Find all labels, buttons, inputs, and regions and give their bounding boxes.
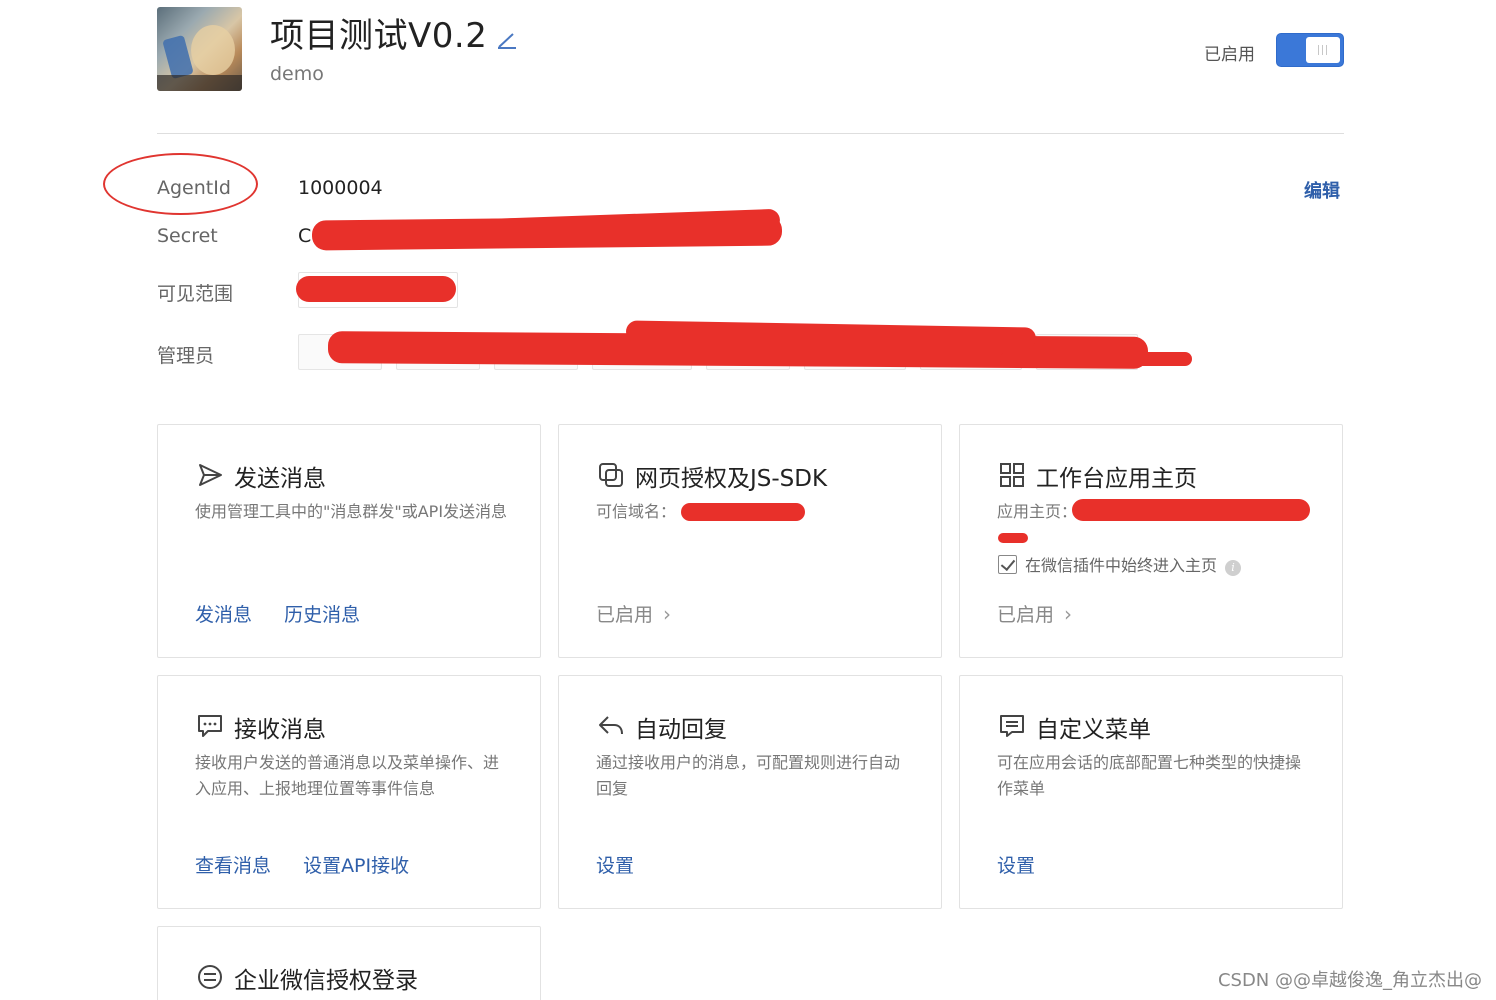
workbench-status[interactable]: 已启用	[997, 604, 1054, 626]
domain-redaction	[681, 503, 805, 521]
enable-toggle[interactable]	[1276, 33, 1344, 67]
card-title: 企业微信授权登录	[234, 968, 418, 994]
app-subtitle: demo	[270, 63, 324, 85]
app-title: 项目测试V0.2	[270, 16, 488, 56]
custom-menu-settings-link[interactable]: 设置	[997, 855, 1035, 877]
card-title: 自动回复	[635, 717, 727, 743]
history-messages-link[interactable]: 历史消息	[284, 604, 360, 626]
agentid-label: AgentId	[157, 177, 231, 199]
card-wecom-auth-login: 企业微信授权登录	[157, 926, 541, 1000]
card-title: 网页授权及JS-SDK	[635, 466, 828, 492]
card-description: 通过接收用户的消息，可配置规则进行自动回复	[596, 753, 901, 798]
pencil-edit-icon[interactable]	[496, 30, 518, 50]
reply-icon	[599, 716, 623, 735]
card-webpage-auth: 网页授权及JS-SDK 可信域名： 已启用 ›	[558, 424, 942, 658]
card-workbench-home: 工作台应用主页 应用主页： 在微信插件中始终进入主页 i 已启用 ›	[959, 424, 1343, 658]
watermark: CSDN @@卓越俊逸_角立杰出@	[1217, 970, 1482, 991]
admin-redaction	[1000, 352, 1192, 366]
card-custom-menu: 自定义菜单 可在应用会话的底部配置七种类型的快捷操作菜单 设置	[959, 675, 1343, 909]
card-title: 接收消息	[234, 717, 326, 743]
homepage-redaction	[998, 533, 1028, 543]
send-message-link[interactable]: 发消息	[195, 604, 252, 626]
send-icon	[199, 464, 222, 486]
chevron-right-icon[interactable]: ›	[663, 602, 671, 626]
info-icon[interactable]: i	[1225, 560, 1242, 576]
card-title: 自定义菜单	[1036, 717, 1151, 743]
card-receive-message: 接收消息 接收用户发送的普通消息以及菜单操作、进入应用、上报地理位置等事件信息 …	[157, 675, 541, 909]
checkbox-label: 在微信插件中始终进入主页	[1025, 556, 1218, 575]
auto-reply-settings-link[interactable]: 设置	[596, 855, 634, 877]
webpage-auth-icon	[599, 463, 623, 487]
edit-link[interactable]: 编辑	[1304, 177, 1340, 203]
header-divider	[157, 133, 1344, 134]
card-title: 工作台应用主页	[1036, 466, 1197, 492]
set-api-receive-link[interactable]: 设置API接收	[303, 855, 409, 877]
card-title: 发送消息	[234, 466, 326, 492]
view-messages-link[interactable]: 查看消息	[195, 855, 271, 877]
card-description: 使用管理工具中的"消息群发"或API发送消息	[195, 502, 508, 521]
secret-value: C	[298, 225, 312, 247]
secret-label: Secret	[157, 225, 218, 247]
enabled-status-label: 已启用	[1204, 45, 1255, 65]
always-enter-homepage-checkbox[interactable]	[998, 555, 1017, 574]
admin-label: 管理员	[157, 345, 215, 367]
app-logo[interactable]	[157, 7, 242, 91]
webpage-auth-status[interactable]: 已启用	[596, 604, 653, 626]
homepage-redaction	[1072, 499, 1310, 521]
card-send-message: 发送消息 使用管理工具中的"消息群发"或API发送消息 发消息 历史消息	[157, 424, 541, 658]
scope-label: 可见范围	[157, 283, 234, 305]
wecom-login-icon	[198, 965, 222, 989]
grid-apps-icon	[1000, 463, 1024, 487]
card-description: 接收用户发送的普通消息以及菜单操作、进入应用、上报地理位置等事件信息	[195, 753, 500, 798]
agentid-value: 1000004	[298, 177, 383, 199]
card-description: 可在应用会话的底部配置七种类型的快捷操作菜单	[997, 753, 1302, 798]
chevron-right-icon[interactable]: ›	[1064, 602, 1072, 626]
chat-bubble-icon	[198, 715, 222, 737]
scope-redaction	[296, 276, 456, 302]
card-auto-reply: 自动回复 通过接收用户的消息，可配置规则进行自动回复 设置	[558, 675, 942, 909]
menu-icon	[1000, 715, 1024, 737]
